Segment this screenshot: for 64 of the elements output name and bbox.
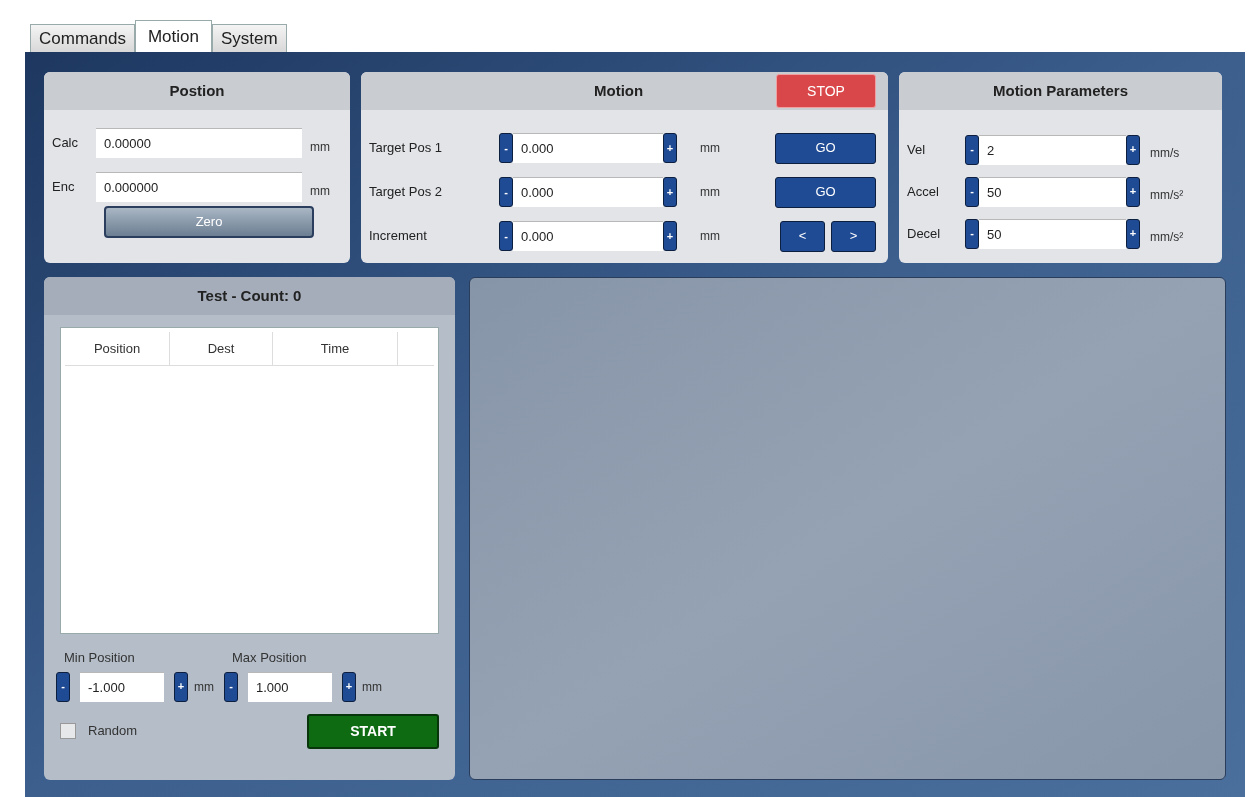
unit-label: mm [700, 140, 721, 157]
unit-label: mm [700, 184, 721, 201]
increment-button[interactable]: + [1126, 176, 1140, 207]
increment-button[interactable]: + [663, 221, 677, 251]
next-button[interactable]: > [831, 220, 876, 252]
previous-button[interactable]: < [780, 220, 825, 252]
number-field[interactable]: 1.000 [248, 671, 332, 702]
decrement-button[interactable]: - [499, 133, 513, 163]
unit-label: mm [310, 139, 330, 156]
number-field[interactable]: 0.000 [513, 133, 663, 163]
decrement-button[interactable]: - [499, 221, 513, 251]
field-label: Vel [907, 140, 927, 159]
increment-button[interactable]: + [1126, 218, 1140, 249]
tab[interactable]: Motion [134, 20, 212, 52]
checkbox-label: Random [88, 722, 138, 741]
number-field[interactable]: 50 [979, 218, 1126, 249]
increment-button[interactable]: + [663, 133, 677, 163]
tab[interactable]: System [211, 24, 287, 52]
column-header[interactable]: Dest [170, 332, 273, 365]
unit-label: mm/s² [1150, 186, 1184, 204]
number-field[interactable]: 0.000 [513, 221, 663, 251]
go-button[interactable]: GO [775, 132, 876, 164]
column-header[interactable]: Time [273, 332, 398, 365]
go-button[interactable]: GO [775, 176, 876, 208]
decrement-button[interactable]: - [499, 177, 513, 207]
decrement-button[interactable]: - [965, 134, 979, 165]
decrement-button[interactable]: - [224, 671, 238, 702]
unit-label: mm/s [1150, 144, 1180, 162]
field-label: Target Pos 2 [369, 183, 443, 202]
start-button[interactable]: START [307, 713, 439, 749]
number-field[interactable]: 0.00000 [96, 128, 302, 158]
number-field[interactable]: 0.000000 [96, 172, 302, 202]
panel-header: Postion [44, 72, 350, 110]
number-field[interactable]: -1.000 [80, 671, 164, 702]
field-label: Enc [52, 178, 76, 197]
increment-button[interactable]: + [174, 671, 188, 702]
number-field[interactable]: 2 [979, 134, 1126, 165]
unit-label: mm [194, 678, 214, 696]
increment-button[interactable]: + [1126, 134, 1140, 165]
decrement-button[interactable]: - [965, 218, 979, 249]
decrement-button[interactable]: - [965, 176, 979, 207]
field-label: Min Position [64, 649, 136, 667]
field-label: Increment [369, 227, 428, 246]
column-header[interactable]: Position [65, 332, 170, 365]
unit-label: mm [310, 183, 330, 200]
number-field[interactable]: 0.000 [513, 177, 663, 207]
unit-label: mm [362, 678, 382, 696]
decrement-button[interactable]: - [56, 671, 70, 702]
increment-button[interactable]: + [342, 671, 356, 702]
number-field[interactable]: 50 [979, 176, 1126, 207]
increment-button[interactable]: + [663, 177, 677, 207]
tab[interactable]: Commands [30, 24, 135, 52]
unit-label: mm [700, 228, 721, 245]
field-label: Decel [907, 224, 942, 243]
field-label: Target Pos 1 [369, 139, 443, 158]
field-label: Accel [907, 182, 940, 201]
field-label: Max Position [232, 649, 308, 667]
panel-header: Test - Count: 0 [44, 277, 455, 315]
stop-button[interactable]: STOP [776, 74, 876, 108]
panel-header: Motion [594, 80, 644, 101]
panel-header: Motion Parameters [899, 72, 1222, 110]
unit-label: mm/s² [1150, 228, 1184, 246]
field-label: Calc [52, 134, 79, 153]
random-checkbox[interactable] [60, 723, 76, 739]
